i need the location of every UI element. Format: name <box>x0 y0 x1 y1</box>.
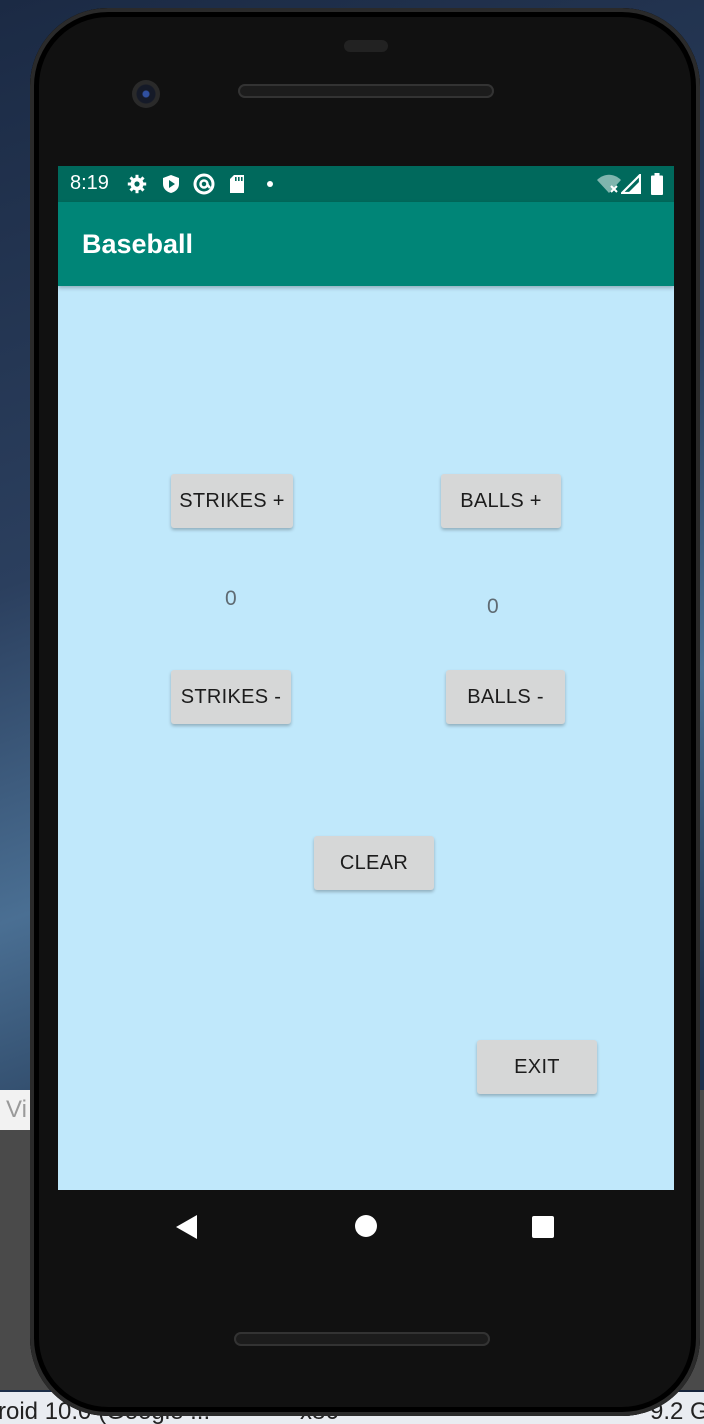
front-camera <box>132 80 160 108</box>
balls-plus-button[interactable]: BALLS + <box>441 474 561 528</box>
clear-button[interactable]: CLEAR <box>314 836 434 890</box>
at-sign-icon <box>193 173 215 195</box>
app-bar: Baseball <box>58 202 674 286</box>
strikes-count: 0 <box>225 587 237 610</box>
home-icon[interactable] <box>355 1215 377 1237</box>
battery-icon <box>646 173 668 195</box>
dot-icon <box>259 173 281 195</box>
strikes-minus-button[interactable]: STRIKES - <box>171 670 291 724</box>
device-screen: 8:19 Baseball STRIKES + BALLS + 0 0 STRI… <box>58 166 674 1190</box>
balls-count: 0 <box>487 595 499 618</box>
balls-minus-button[interactable]: BALLS - <box>446 670 565 724</box>
wifi-off-icon <box>596 173 622 195</box>
recents-icon[interactable] <box>532 1216 554 1238</box>
sensor-slot <box>344 40 388 52</box>
signal-icon <box>620 173 642 195</box>
sd-card-icon <box>226 173 248 195</box>
exit-button[interactable]: EXIT <box>477 1040 597 1094</box>
shield-play-icon <box>160 173 182 195</box>
gear-icon <box>126 173 148 195</box>
back-icon[interactable] <box>176 1215 197 1239</box>
app-title: Baseball <box>82 229 194 259</box>
navigation-bar <box>58 1190 674 1262</box>
status-time: 8:19 <box>70 172 109 194</box>
bottom-speaker <box>234 1332 490 1346</box>
strikes-plus-button[interactable]: STRIKES + <box>171 474 293 528</box>
status-bar: 8:19 <box>58 166 674 202</box>
earpiece-speaker <box>238 84 494 98</box>
